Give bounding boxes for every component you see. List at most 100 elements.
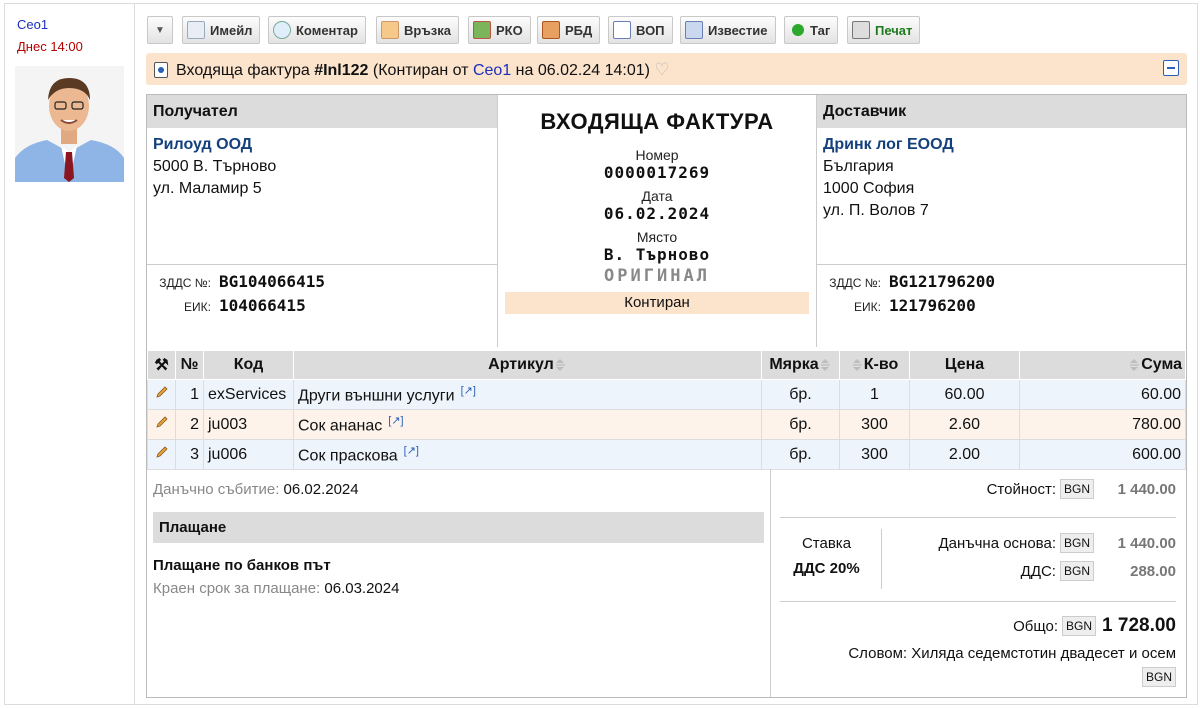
code-column-header: Код: [203, 350, 294, 380]
sum-column-header[interactable]: Сума: [1019, 350, 1186, 380]
link-button[interactable]: Връзка: [376, 16, 460, 44]
total-amount: 1 728.00: [1102, 615, 1176, 636]
notice-icon: [685, 21, 703, 39]
due-date: Краен срок за плащане: 06.03.2024: [153, 580, 770, 597]
sort-icon[interactable]: [852, 358, 862, 371]
recipient-ids: ЗДДС №: BG104066415 ЕИК: 104066415: [147, 264, 497, 346]
total-label: Общо:: [1013, 617, 1059, 635]
tax-event: Данъчно събитие: 06.02.2024: [153, 481, 770, 498]
sort-icon[interactable]: [1130, 358, 1140, 371]
item-code: ju006: [203, 439, 294, 470]
collapse-icon[interactable]: [1163, 60, 1179, 76]
table-header-row: ⚒ № Код Артикул Мярка К-во Цена Сума: [147, 350, 1186, 380]
row-number: 3: [175, 439, 204, 470]
tools-column-header: ⚒: [147, 350, 176, 380]
rate-block: Ставка ДДС 20%: [772, 529, 882, 589]
eik-label: ЕИК:: [854, 300, 881, 314]
row-number: 1: [175, 379, 204, 410]
supplier-heading: Доставчик: [817, 95, 1186, 128]
divider: [780, 601, 1176, 602]
edit-cell[interactable]: [147, 409, 176, 440]
more-dropdown-button[interactable]: ▼: [147, 16, 173, 44]
supplier-name[interactable]: Дринк лог ЕООД: [823, 136, 1186, 154]
comment-button[interactable]: Коментар: [268, 16, 366, 44]
item-article: Други външни услуги [↗]: [293, 379, 762, 410]
invoice-number: 0000017269: [603, 163, 711, 182]
sort-icon[interactable]: [555, 358, 565, 371]
rbd-button[interactable]: РБД: [537, 16, 601, 44]
document-author-link[interactable]: Ceo1: [473, 62, 511, 79]
status-badge: Контиран: [505, 292, 809, 314]
number-label: Номер: [635, 147, 679, 163]
totals-panel: Стойност: BGN 1 440.00 Ставка ДДС 20% Да…: [772, 469, 1186, 697]
rko-button[interactable]: РКО: [468, 16, 531, 44]
external-link-icon[interactable]: [↗]: [388, 415, 403, 427]
print-button[interactable]: Печат: [847, 16, 921, 44]
comment-icon: [273, 21, 291, 39]
value-row: Стойност: BGN 1 440.00: [987, 479, 1176, 499]
item-qty: 300: [839, 409, 910, 440]
supplier-vat: BG121796200: [889, 272, 995, 291]
pencil-icon[interactable]: [155, 385, 169, 399]
vop-button[interactable]: ВОП: [608, 16, 673, 44]
item-price: 60.00: [909, 379, 1020, 410]
link-icon: [381, 21, 399, 39]
recipient-eik: 104066415: [219, 296, 306, 315]
document-id: #Inl122: [314, 62, 369, 79]
vat-label: ЗДДС №:: [829, 276, 881, 290]
cash-register-icon: [473, 21, 491, 39]
page: Ceo1 Днес 14:00 ▼ Имейл Коментар Връзка …: [4, 3, 1198, 705]
document-type-icon: [154, 62, 168, 78]
recipient-address-line: 5000 В. Търново: [153, 158, 277, 175]
external-link-icon[interactable]: [↗]: [461, 385, 476, 397]
value-amount: 1 440.00: [1117, 480, 1176, 498]
item-code: ju003: [203, 409, 294, 440]
items-table: ⚒ № Код Артикул Мярка К-во Цена Сума 1 e…: [147, 350, 1186, 470]
vat-amount: 288.00: [1130, 562, 1176, 580]
avatar: [15, 66, 124, 182]
item-unit: бр.: [761, 409, 840, 440]
tax-event-date: 06.02.2024: [283, 481, 359, 498]
heart-icon[interactable]: ♡: [654, 60, 669, 79]
recipient-name[interactable]: Рилоуд ООД: [153, 136, 497, 154]
currency-badge: BGN: [1062, 616, 1097, 636]
edit-cell[interactable]: [147, 379, 176, 410]
invoice-title: ВХОДЯЩА ФАКТУРА: [540, 109, 774, 134]
currency-badge: BGN: [1059, 533, 1094, 553]
rate-value: ДДС 20%: [793, 560, 860, 577]
author-name[interactable]: Ceo1: [17, 17, 48, 32]
item-unit: бр.: [761, 379, 840, 410]
table-row: 3 ju006 Сок праскова [↗] бр. 300 2.00 600…: [147, 439, 1186, 470]
edit-cell[interactable]: [147, 439, 176, 470]
document-state-prefix: (Контиран от: [372, 62, 469, 79]
item-code: exServices: [203, 379, 294, 410]
supplier-ids: ЗДДС №: BG121796200 ЕИК: 121796200: [817, 264, 1186, 346]
invoice-date: 06.02.2024: [603, 204, 711, 223]
table-row: 2 ju003 Сок ананас [↗] бр. 300 2.60 780.0…: [147, 409, 1186, 440]
vat-amount-label: ДДС:: [1020, 562, 1056, 580]
due-date-value: 06.03.2024: [324, 580, 400, 597]
item-price: 2.60: [909, 409, 1020, 440]
document-state-suffix: на 06.02.24 14:01): [515, 62, 650, 79]
item-article: Сок праскова [↗]: [293, 439, 762, 470]
tag-button[interactable]: Таг: [784, 16, 839, 44]
document-header: Входяща фактура #Inl122 (Контиран от Ceo…: [146, 53, 1187, 85]
email-button[interactable]: Имейл: [182, 16, 261, 44]
article-column-header[interactable]: Артикул: [293, 350, 762, 380]
qty-column-header[interactable]: К-во: [839, 350, 910, 380]
bank-icon: [542, 21, 560, 39]
unit-column-header[interactable]: Мярка: [761, 350, 840, 380]
pencil-icon[interactable]: [155, 415, 169, 429]
sort-icon[interactable]: [820, 358, 830, 371]
tax-event-label: Данъчно събитие:: [153, 481, 280, 498]
item-unit: бр.: [761, 439, 840, 470]
external-link-icon[interactable]: [↗]: [404, 445, 419, 457]
invoice-document: Получател Рилоуд ООД 5000 В. Търново ул.…: [146, 94, 1187, 698]
notice-button[interactable]: Известие: [680, 16, 776, 44]
green-dot-icon: [792, 24, 804, 36]
pencil-icon[interactable]: [155, 445, 169, 459]
payment-details: Данъчно събитие: 06.02.2024 Плащане Плащ…: [147, 469, 771, 697]
tax-base-amount: 1 440.00: [1117, 534, 1176, 552]
vat-row: ДДС: BGN 288.00: [1021, 561, 1176, 581]
value-label: Стойност:: [986, 480, 1056, 498]
